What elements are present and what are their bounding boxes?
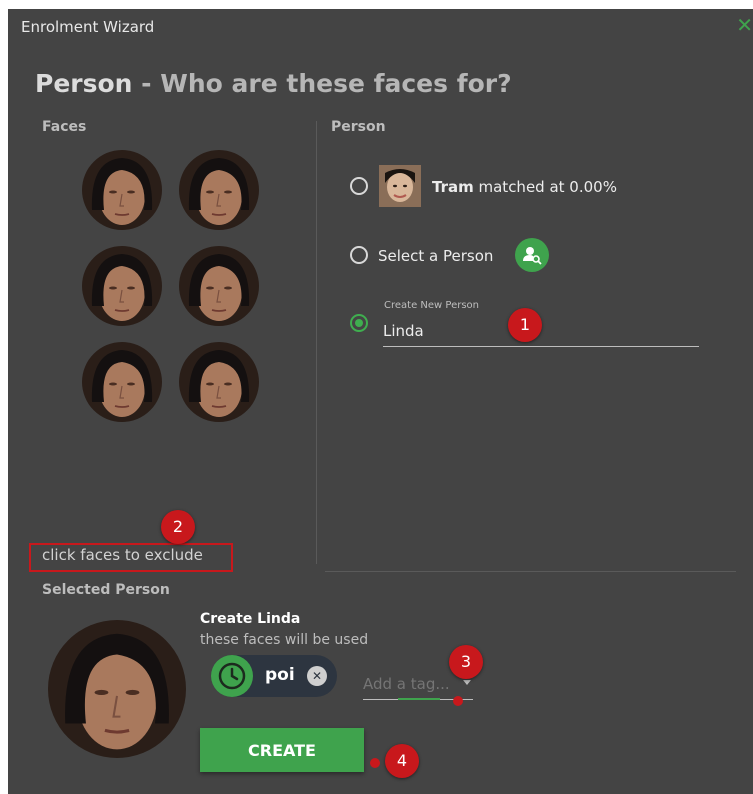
close-icon[interactable]: ✕ [736, 15, 753, 35]
selected-person-title: Create Linda [200, 611, 301, 627]
tag-chip-label: poi [265, 665, 295, 685]
matched-score: matched at 0.00% [473, 178, 617, 196]
face-thumbnail[interactable] [82, 246, 162, 326]
create-button[interactable]: CREATE [200, 728, 364, 772]
radio-matched-person[interactable] [350, 177, 368, 195]
heading-main: Person [35, 69, 133, 98]
face-thumbnail[interactable] [82, 150, 162, 230]
face-thumbnail[interactable] [82, 342, 162, 422]
callout-badge-2: 2 [161, 510, 195, 544]
selected-person-subtitle: these faces will be used [200, 632, 369, 648]
selected-person-section-label: Selected Person [42, 582, 170, 598]
face-thumbnail[interactable] [179, 246, 259, 326]
column-divider [316, 121, 317, 564]
callout-pointer-3 [453, 696, 463, 706]
exclude-hint: click faces to exclude [42, 546, 203, 564]
faces-section-label: Faces [42, 119, 87, 135]
heading-subtitle: Who are these faces for? [160, 69, 512, 98]
callout-badge-3: 3 [449, 645, 483, 679]
face-thumbnail[interactable] [179, 150, 259, 230]
tag-input-focus-line [398, 698, 440, 700]
chevron-down-icon[interactable] [463, 680, 471, 685]
callout-badge-4: 4 [385, 744, 419, 778]
select-person-label[interactable]: Select a Person [378, 247, 493, 265]
window-title: Enrolment Wizard [21, 18, 155, 36]
person-search-icon[interactable] [515, 238, 549, 272]
close-circle-icon[interactable]: ✕ [307, 666, 327, 686]
matched-person-name: Tram [432, 178, 474, 196]
tag-chip[interactable]: poi ✕ [211, 655, 337, 697]
clock-icon [211, 655, 253, 697]
heading-separator: - [132, 69, 161, 98]
face-thumbnail[interactable] [179, 342, 259, 422]
create-person-field-label: Create New Person [384, 300, 479, 311]
selected-person-avatar [48, 620, 186, 758]
radio-create-person[interactable] [350, 314, 368, 332]
enrolment-wizard-dialog: Enrolment Wizard ✕ Person - Who are thes… [8, 9, 753, 794]
section-divider [325, 571, 736, 572]
callout-pointer-4 [370, 758, 380, 768]
matched-person-thumbnail [379, 165, 421, 207]
matched-person-text[interactable]: Tram matched at 0.00% [432, 178, 617, 196]
page-title: Person - Who are these faces for? [35, 69, 512, 98]
person-section-label: Person [331, 119, 386, 135]
callout-badge-1: 1 [508, 308, 542, 342]
radio-select-person[interactable] [350, 246, 368, 264]
